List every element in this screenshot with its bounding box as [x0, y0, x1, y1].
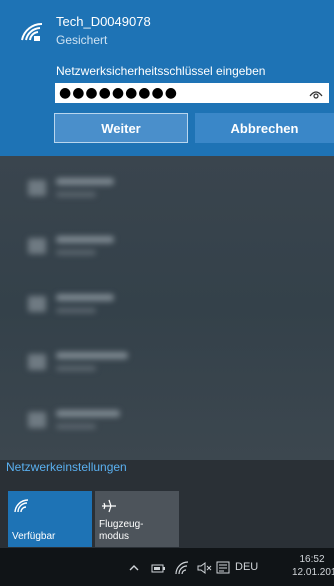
network-list-item[interactable]: [0, 336, 334, 394]
wifi-toggle-tile[interactable]: Verfügbar: [8, 491, 92, 547]
input-language[interactable]: DEU: [235, 561, 258, 573]
network-flyout: Tech_D0049078 Gesichert Netzwerksicherhe…: [0, 0, 334, 548]
wifi-icon: [28, 354, 46, 370]
wifi-icon: [14, 499, 29, 513]
wifi-secured-icon: [21, 22, 43, 41]
volume-muted-icon[interactable]: [196, 560, 212, 576]
network-list-item[interactable]: [0, 278, 334, 336]
battery-icon[interactable]: [150, 560, 166, 576]
network-ssid: Tech_D0049078: [56, 14, 151, 29]
network-list: [0, 156, 334, 460]
security-key-input[interactable]: ●●●●●●●●●: [54, 82, 330, 104]
taskbar: DEU 16:52 12.01.2016: [0, 548, 334, 586]
reveal-password-icon[interactable]: [309, 88, 323, 100]
network-settings-link[interactable]: Netzwerkeinstellungen: [6, 460, 127, 474]
wifi-icon: [28, 296, 46, 312]
security-key-label: Netzwerksicherheitsschlüssel eingeben: [56, 64, 266, 78]
active-network-panel: Tech_D0049078 Gesichert Netzwerksicherhe…: [0, 0, 334, 156]
network-list-item[interactable]: [0, 162, 334, 220]
airplane-tile-label: Flugzeug- modus: [99, 519, 144, 542]
clock-time: 16:52: [299, 554, 325, 565]
cancel-button[interactable]: Abbrechen: [195, 113, 334, 143]
airplane-mode-tile[interactable]: Flugzeug- modus: [95, 491, 179, 547]
wifi-icon[interactable]: [174, 560, 190, 576]
action-center-icon[interactable]: [216, 560, 230, 576]
wifi-icon: [28, 180, 46, 196]
chevron-up-icon[interactable]: [128, 560, 140, 576]
wifi-icon: [28, 238, 46, 254]
taskbar-clock[interactable]: 16:52 12.01.2016: [292, 553, 334, 579]
next-button[interactable]: Weiter: [54, 113, 188, 143]
wifi-tile-label: Verfügbar: [12, 531, 56, 542]
clock-date: 12.01.2016: [292, 567, 334, 578]
wifi-icon: [28, 412, 46, 428]
password-mask: ●●●●●●●●●: [59, 85, 178, 101]
network-status: Gesichert: [56, 33, 108, 47]
network-list-item[interactable]: [0, 394, 334, 452]
airplane-icon: [102, 499, 116, 513]
network-list-item[interactable]: [0, 220, 334, 278]
